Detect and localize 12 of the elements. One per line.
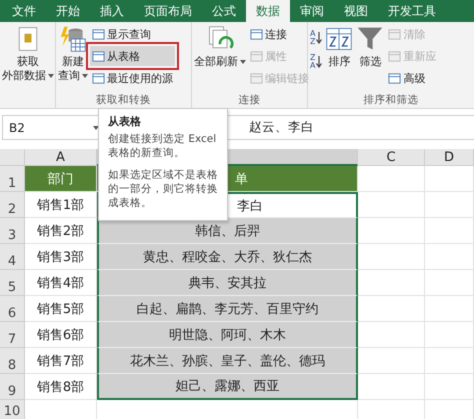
table-cell: 典韦、安其拉	[97, 270, 358, 296]
table-cell: 韩信、后羿	[97, 218, 358, 244]
group-label: 连接	[238, 93, 262, 108]
table-cell: 部门	[25, 166, 97, 192]
group-label: 获取和转换	[95, 93, 152, 108]
group-label: 排序和筛选	[362, 93, 420, 108]
table-cell: 白起、扁鹊、李元芳、百里守约	[97, 296, 358, 322]
table-cell: 妲己、露娜、西亚	[97, 374, 358, 400]
table-cell: 花木兰、孙膑、皇子、盖伦、德玛	[97, 348, 358, 374]
table-cell: 黄忠、程咬金、大乔、狄仁杰	[97, 244, 358, 270]
tooltip-title: 从表格	[108, 114, 142, 129]
table-cell: 明世隐、阿珂、木木	[97, 322, 358, 348]
